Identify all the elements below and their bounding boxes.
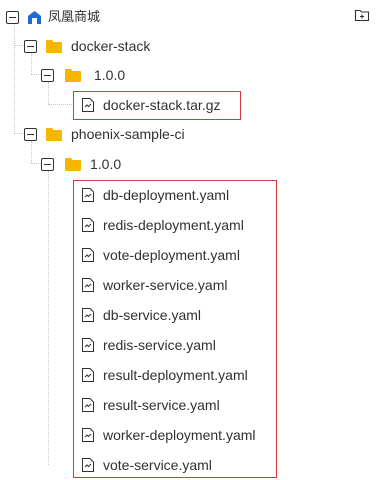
tree-node-file[interactable]: db-deployment.yaml	[82, 180, 229, 210]
add-folder-icon[interactable]	[354, 8, 370, 22]
tree-node-file[interactable]: worker-service.yaml	[82, 270, 227, 300]
tree-node-file[interactable]: worker-deployment.yaml	[82, 420, 256, 450]
tree-node-file[interactable]: vote-service.yaml	[82, 450, 212, 480]
collapse-toggle[interactable]	[41, 157, 54, 171]
tree-node-label: docker-stack.tar.gz	[103, 97, 221, 113]
tree-node-version[interactable]: 1.0.0	[41, 149, 121, 179]
tree-guide-line	[14, 133, 24, 134]
tree-node-root[interactable]: 凤凰商城	[6, 2, 100, 32]
file-icon	[82, 458, 94, 472]
file-icon	[82, 248, 94, 262]
collapse-toggle[interactable]	[24, 127, 37, 141]
tree-node-version[interactable]: 1.0.0	[41, 60, 125, 90]
file-icon	[82, 338, 94, 352]
file-icon	[82, 218, 94, 232]
tree-guide-line	[14, 22, 15, 134]
repository-icon	[27, 10, 42, 25]
tree-node-file[interactable]: db-service.yaml	[82, 300, 201, 330]
tree-node-file[interactable]: result-service.yaml	[82, 390, 220, 420]
tree-node-label: 1.0.0	[90, 156, 122, 172]
file-tree: 凤凰商城 docker-stack 1.0.0 docker-stack.tar…	[0, 0, 380, 478]
tree-node-project[interactable]: phoenix-sample-ci	[24, 119, 185, 149]
tree-node-label: result-deployment.yaml	[103, 367, 248, 383]
tree-node-label: worker-deployment.yaml	[103, 427, 256, 443]
folder-icon	[65, 68, 81, 82]
tree-node-label: 1.0.0	[94, 67, 126, 83]
tree-node-label: phoenix-sample-ci	[71, 126, 185, 142]
tree-node-label: redis-service.yaml	[103, 337, 216, 353]
tree-node-label: redis-deployment.yaml	[103, 217, 244, 233]
tree-guide-line	[14, 45, 24, 46]
folder-icon	[65, 157, 81, 171]
tree-guide-line	[48, 171, 49, 465]
tree-node-label: docker-stack	[71, 38, 151, 54]
file-icon	[82, 308, 94, 322]
tree-node-label: vote-service.yaml	[103, 457, 212, 473]
tree-guide-line	[48, 104, 72, 105]
file-icon	[82, 428, 94, 442]
tree-node-file[interactable]: result-deployment.yaml	[82, 360, 248, 390]
file-icon	[82, 398, 94, 412]
tree-node-project[interactable]: docker-stack	[24, 31, 150, 61]
collapse-toggle[interactable]	[24, 39, 37, 53]
tree-guide-line	[31, 163, 41, 164]
tree-node-file[interactable]: docker-stack.tar.gz	[82, 90, 221, 120]
tree-node-label: result-service.yaml	[103, 397, 220, 413]
tree-node-file[interactable]: redis-service.yaml	[82, 330, 216, 360]
file-icon	[82, 278, 94, 292]
tree-node-label: db-service.yaml	[103, 307, 202, 323]
tree-node-file[interactable]: redis-deployment.yaml	[82, 210, 244, 240]
tree-node-label: db-deployment.yaml	[103, 187, 230, 203]
tree-guide-line	[31, 74, 41, 75]
file-icon	[82, 188, 94, 202]
folder-icon	[46, 127, 62, 141]
collapse-toggle[interactable]	[6, 10, 19, 24]
file-icon	[82, 98, 94, 112]
tree-node-label: vote-deployment.yaml	[103, 247, 240, 263]
tree-node-label: worker-service.yaml	[103, 277, 228, 293]
folder-icon	[46, 39, 62, 53]
collapse-toggle[interactable]	[41, 68, 54, 82]
tree-node-label: 凤凰商城	[48, 9, 101, 24]
file-icon	[82, 368, 94, 382]
tree-node-file[interactable]: vote-deployment.yaml	[82, 240, 240, 270]
